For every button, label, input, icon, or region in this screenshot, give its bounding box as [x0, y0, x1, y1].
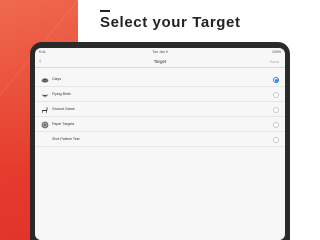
radio-button[interactable] [273, 121, 279, 128]
deer-icon [42, 106, 48, 113]
nav-title: Target [153, 59, 167, 64]
target-label: Clays [52, 77, 61, 81]
status-bar: 9:41 Tue Jan 9 100% [35, 48, 285, 55]
back-chevron-icon[interactable]: ‹ [39, 57, 47, 66]
radio-button-selected[interactable] [273, 76, 279, 83]
target-row-flying-birds[interactable]: Flying Birds [35, 87, 285, 102]
radio-button[interactable] [273, 136, 279, 143]
target-label: Flying Birds [52, 92, 71, 96]
target-row-paper-targets[interactable]: Paper Targets [35, 117, 285, 132]
target-row-shot-pattern-test[interactable]: Shot Pattern Test [35, 132, 285, 147]
flying-bird-icon [41, 93, 49, 98]
target-label: Paper Targets [52, 122, 75, 126]
radio-button[interactable] [273, 91, 279, 98]
page-headline: Select your Target [100, 14, 241, 31]
target-label: Shot Pattern Test [52, 137, 80, 141]
clay-target-icon [41, 77, 49, 82]
status-date: Tue Jan 9 [152, 50, 168, 54]
app-screen: 9:41 Tue Jan 9 100% ‹ Target Save Clays … [35, 48, 285, 240]
radio-button[interactable] [273, 106, 279, 113]
target-label: Ground Game [52, 107, 75, 111]
target-row-ground-game[interactable]: Ground Game [35, 102, 285, 117]
save-button[interactable]: Save [270, 59, 279, 64]
target-list: Clays Flying Birds Ground Game Paper Tar… [35, 72, 285, 147]
headline-rule [100, 10, 110, 12]
paper-target-icon [41, 121, 49, 128]
status-time: 9:41 [39, 50, 46, 54]
target-row-clays[interactable]: Clays [35, 72, 285, 87]
status-battery: 100% [272, 50, 281, 54]
navigation-bar: ‹ Target Save [35, 55, 285, 68]
